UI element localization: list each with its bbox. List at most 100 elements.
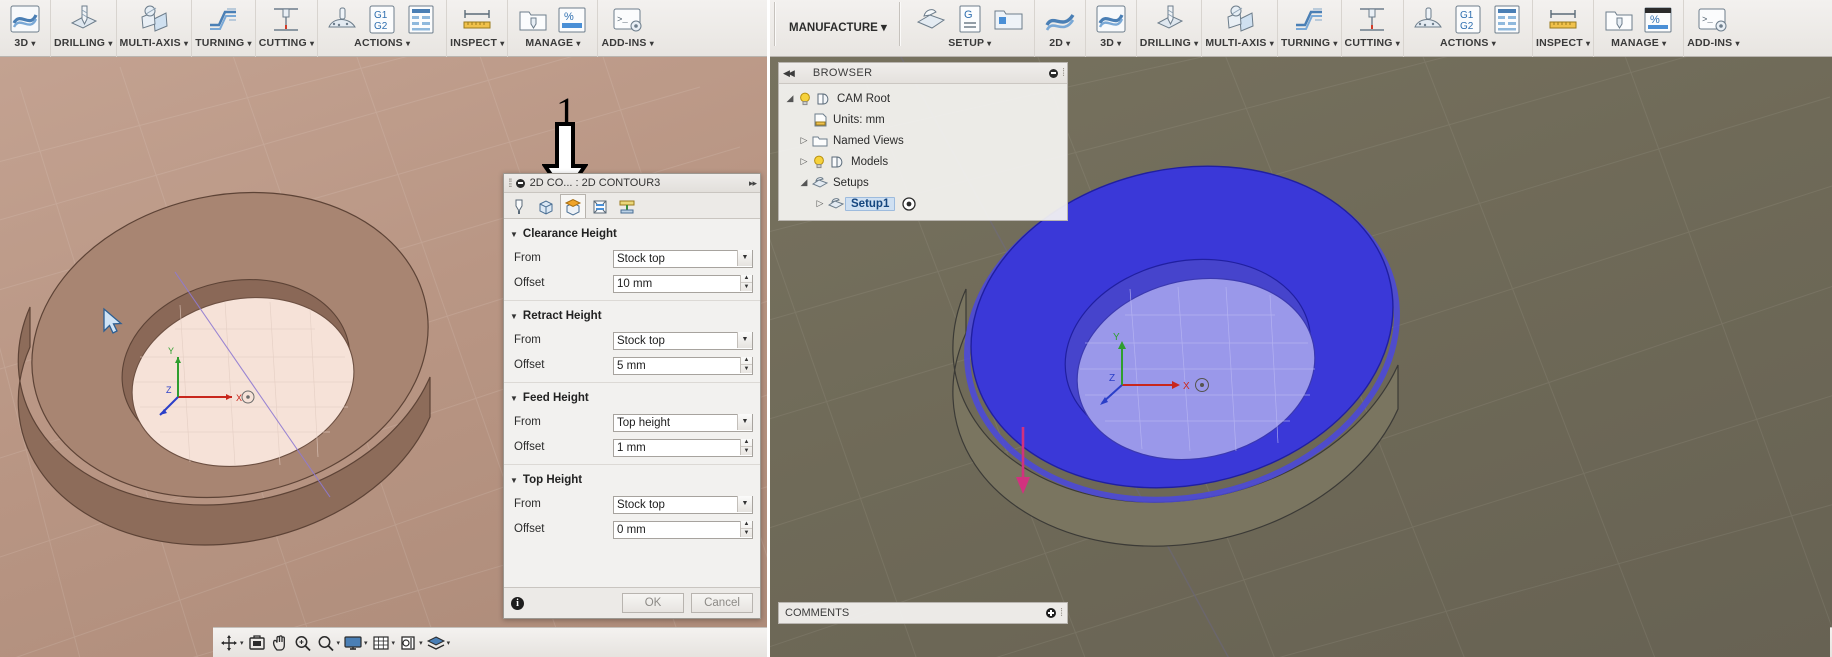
ribbon-group-turning[interactable]: TURNING ▾ (191, 0, 255, 57)
ribbon-group-add-ins[interactable]: >_ ADD-INS ▾ (1683, 0, 1743, 57)
ribbon-group-inspect[interactable]: INSPECT ▾ (446, 0, 507, 57)
section-header-clearance[interactable]: ▼ Clearance Height (504, 223, 760, 245)
clearance-offset-value[interactable] (613, 274, 753, 293)
feed-from-value[interactable] (613, 413, 753, 432)
top-offset-value[interactable] (613, 520, 753, 539)
setup-icon[interactable] (913, 3, 949, 37)
tree-item-cam-root[interactable]: ◢ CAM Root (779, 88, 1067, 109)
tree-item-units[interactable]: Units: mm (779, 109, 1067, 130)
zoom-icon[interactable]: ▾ (316, 634, 340, 652)
tree-item-setup1[interactable]: ▷ Setup1 (779, 193, 1067, 214)
zoom-window-icon[interactable] (293, 634, 313, 652)
viewports-icon[interactable]: ▾ (398, 634, 423, 652)
measure-icon[interactable] (1545, 3, 1581, 37)
row-retract-from[interactable]: From ▼ (504, 327, 760, 352)
lightbulb-icon[interactable] (797, 91, 815, 107)
spinner-buttons[interactable]: ▲ ▼ (740, 274, 752, 291)
collapse-left-icon[interactable]: ◀◀ (783, 68, 795, 79)
workspace-tab-manufacture[interactable]: MANUFACTURE ▾ (781, 0, 895, 57)
ribbon-group-add-ins[interactable]: >_ ADD-INS ▾ (597, 0, 657, 57)
scripts-addins-icon[interactable]: >_ (610, 3, 646, 37)
ribbon-group-manage[interactable]: % MANAGE ▾ (1593, 0, 1683, 57)
tool-library-icon[interactable] (1601, 3, 1637, 37)
multi-axis-icon[interactable] (136, 3, 172, 37)
target-icon[interactable] (901, 196, 919, 212)
drag-grip-icon[interactable]: ⁞⁞ (508, 176, 512, 190)
scripts-addins-icon[interactable]: >_ (1695, 3, 1731, 37)
tree-item-named-views[interactable]: ▷ Named Views (779, 130, 1067, 151)
clearance-offset-stepper[interactable]: ▲▼ (613, 274, 753, 293)
tool-library-icon[interactable] (515, 3, 551, 37)
chevron-down-icon[interactable]: ▼ (737, 249, 752, 266)
turning-icon[interactable] (1291, 3, 1327, 37)
ribbon-group-drilling[interactable]: DRILLING ▾ (1135, 0, 1202, 57)
ribbon-group-multi-axis[interactable]: MULTI-AXIS ▾ (1201, 0, 1277, 57)
ribbon-group-inspect[interactable]: INSPECT ▾ (1531, 0, 1593, 57)
chevron-down-icon[interactable]: ▼ (510, 230, 518, 239)
panel-grip-icon[interactable]: ⁞ (1062, 67, 1065, 79)
layers-icon[interactable]: ▾ (426, 634, 450, 652)
chevron-down-icon[interactable]: ▼ (510, 312, 518, 321)
section-header-retract[interactable]: ▼ Retract Height (504, 305, 760, 327)
lightbulb-icon[interactable] (811, 154, 829, 170)
browser-header[interactable]: ◀◀ BROWSER ⁞ (779, 63, 1067, 84)
ribbon-group-3d[interactable]: 3D ▾ (1084, 0, 1136, 57)
top-from-value[interactable] (613, 495, 753, 514)
row-top-offset[interactable]: Offset ▲▼ (504, 516, 760, 541)
tab-heights[interactable] (560, 194, 586, 218)
multi-axis-icon[interactable] (1222, 3, 1258, 37)
chevron-down-icon[interactable]: ▼ (737, 495, 752, 512)
feed-from-combo[interactable]: ▼ (613, 413, 753, 432)
orbit-icon[interactable]: ▾ (219, 634, 244, 652)
tab-linking[interactable] (614, 194, 640, 218)
chevron-down-icon[interactable]: ▼ (737, 331, 752, 348)
g1-g2-post-icon[interactable]: G1 G2 (364, 3, 400, 37)
g-code-icon[interactable]: G (952, 3, 988, 37)
row-clearance-from[interactable]: From ▼ (504, 245, 760, 270)
left-navbar[interactable]: ▾ ▾ ▾ ▾ ▾ ▾ (213, 627, 767, 657)
chevron-down-icon[interactable]: ▼ (737, 413, 752, 430)
ribbon-group-cutting[interactable]: CUTTING ▾ (1340, 0, 1403, 57)
ribbon-group-2d[interactable]: 2D ▾ (1033, 0, 1085, 57)
tree-item-models[interactable]: ▷ Models (779, 151, 1067, 172)
minus-circle-icon[interactable] (1048, 68, 1058, 78)
comments-panel[interactable]: COMMENTS ⁞ (778, 602, 1068, 624)
twisty-expanded-icon[interactable]: ◢ (783, 93, 797, 104)
retract-from-value[interactable] (613, 331, 753, 350)
spinner-buttons[interactable]: ▲ ▼ (740, 356, 752, 373)
ribbon-group-3d[interactable]: 3D ▾ (0, 0, 50, 57)
cutting-icon[interactable] (1354, 3, 1390, 37)
pan-icon[interactable] (270, 634, 290, 652)
dialog-footer[interactable]: i OK Cancel (504, 587, 760, 618)
info-icon[interactable]: i (511, 596, 524, 610)
clearance-from-combo[interactable]: ▼ (613, 249, 753, 268)
ribbon-group-setup[interactable]: G SETUP ▾ (906, 0, 1034, 57)
retract-offset-stepper[interactable]: ▲▼ (613, 356, 753, 375)
chevron-down-icon[interactable]: ▼ (510, 394, 518, 403)
top-offset-stepper[interactable]: ▲▼ (613, 520, 753, 539)
section-header-feed[interactable]: ▼ Feed Height (504, 387, 760, 409)
look-at-icon[interactable] (247, 634, 267, 652)
drilling-icon[interactable] (1151, 3, 1187, 37)
ribbon-group-actions[interactable]: G1 G2 ACTIONS ▾ (1402, 0, 1532, 57)
simulate-icon[interactable] (1411, 3, 1447, 37)
clearance-from-value[interactable] (613, 249, 753, 268)
measure-icon[interactable] (459, 3, 495, 37)
tab-geometry[interactable] (533, 194, 559, 218)
ok-button[interactable]: OK (622, 593, 684, 613)
minus-circle-icon[interactable] (515, 178, 525, 188)
drilling-icon[interactable] (65, 3, 101, 37)
grid-snap-icon[interactable]: ▾ (371, 634, 395, 652)
twisty-collapsed-icon[interactable]: ▷ (797, 135, 811, 146)
feed-offset-value[interactable] (613, 438, 753, 457)
browser-panel[interactable]: ◀◀ BROWSER ⁞ ◢ CAM Root Units: mm ▷ Name… (778, 62, 1068, 221)
dialog-title-bar[interactable]: ⁞⁞ 2D CO... : 2D CONTOUR3 ▸▸ (504, 174, 760, 193)
tree-item-label-selected[interactable]: Setup1 (845, 196, 896, 211)
retract-offset-value[interactable] (613, 356, 753, 375)
add-comment-icon[interactable] (1045, 608, 1056, 618)
ribbon-group-multi-axis[interactable]: MULTI-AXIS ▾ (115, 0, 192, 57)
twisty-collapsed-icon[interactable]: ▷ (813, 198, 827, 209)
3d-toolpath-icon[interactable] (7, 3, 43, 37)
2d-toolpath-icon[interactable] (1042, 3, 1078, 37)
top-from-combo[interactable]: ▼ (613, 495, 753, 514)
